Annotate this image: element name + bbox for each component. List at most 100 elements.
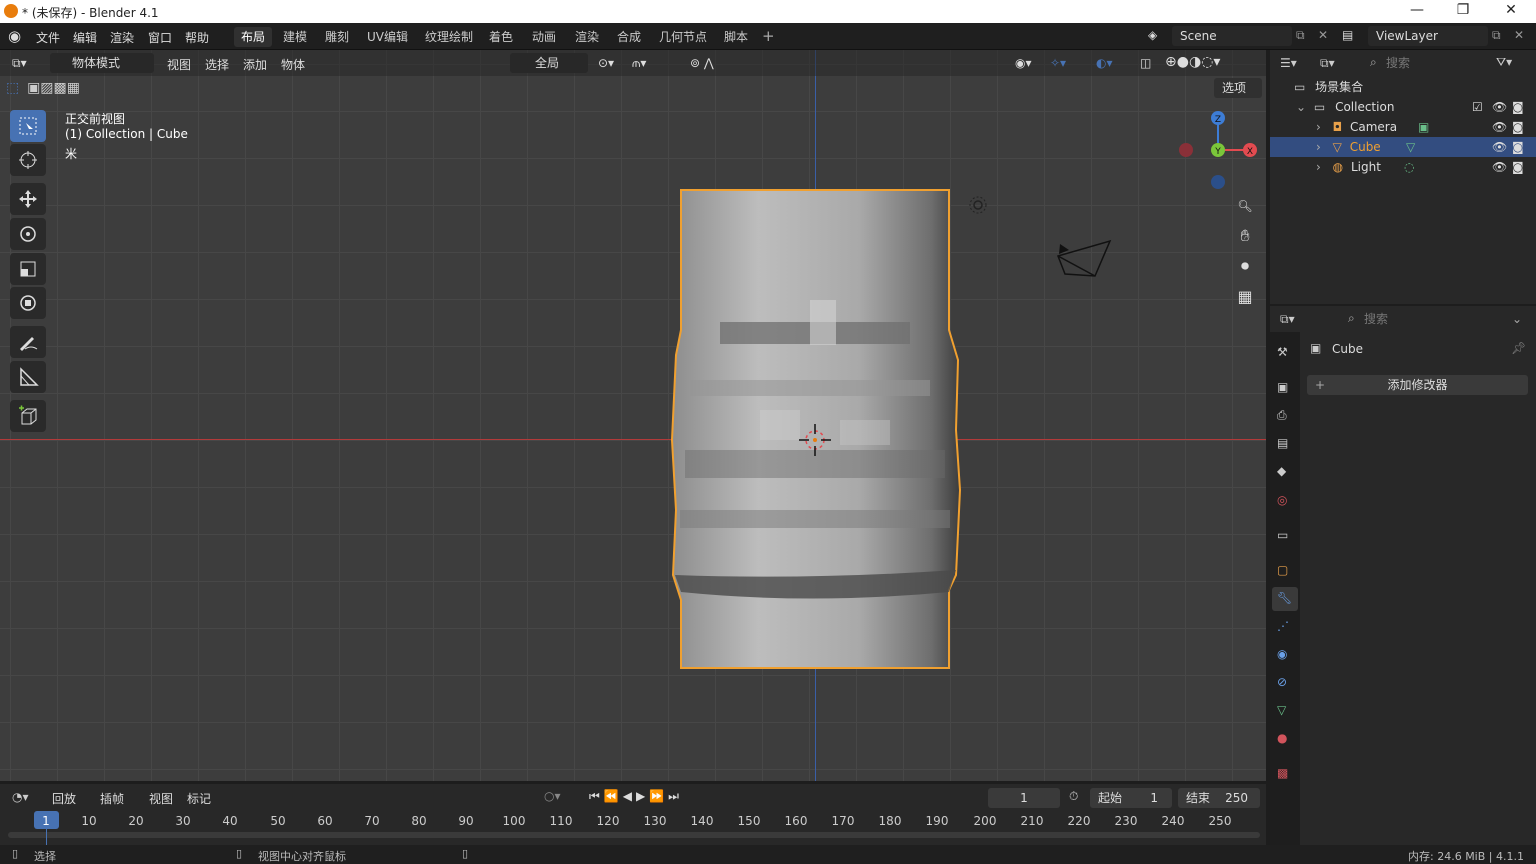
outliner-search[interactable]: 搜索 [1362, 53, 1476, 73]
scene-selector[interactable]: Scene [1172, 26, 1292, 46]
proportional-edit-icon[interactable]: ⊚ ⋀ [690, 56, 714, 70]
render-camera-icon[interactable]: ◙ [1512, 157, 1524, 177]
material-tab-icon[interactable]: ● [1277, 731, 1293, 747]
3d-viewport[interactable] [0, 50, 1266, 781]
visibility-eye-icon[interactable]: 👁︎ [1492, 157, 1507, 177]
navigation-gizmo[interactable]: Z Y X [1176, 108, 1262, 194]
camera-view-icon[interactable]: ⏺ [1233, 254, 1257, 278]
tab-texture-paint[interactable]: 纹理绘制 [418, 27, 480, 47]
output-tab-icon[interactable]: ⎙ [1277, 408, 1293, 424]
options-chevron-icon[interactable]: ⌄ [1512, 312, 1522, 326]
render-camera-icon[interactable]: ◙ [1512, 137, 1524, 157]
timeline-scrollbar[interactable] [8, 832, 1260, 838]
mesh-data-icon[interactable]: ▽ [1406, 137, 1415, 157]
tab-geometry-nodes[interactable]: 几何节点 [652, 27, 714, 47]
collection-tab-icon[interactable]: ▭ [1277, 528, 1293, 544]
preview-range-icon[interactable]: ⏱ [1069, 789, 1078, 804]
outliner-item-cube[interactable]: › ▽ Cube ▽ 👁︎ ◙ [1270, 137, 1536, 157]
pivot-point-icon[interactable]: ⊙▾ [598, 56, 614, 70]
transform-orientation-selector[interactable]: 全局 [510, 53, 588, 73]
outliner-editor-icon[interactable]: ☰▾ [1280, 56, 1297, 70]
viewport-menu-object[interactable]: 物体 [281, 56, 305, 73]
outliner-collection[interactable]: ⌄ ▭ Collection ☑ 👁︎ ◙ [1270, 97, 1536, 117]
viewport-menu-select[interactable]: 选择 [205, 56, 229, 73]
tab-modeling[interactable]: 建模 [276, 27, 314, 47]
shading-modes-icon[interactable]: ⊕●◑◌▾ [1165, 54, 1220, 70]
visibility-eye-icon[interactable]: 👁︎ [1492, 137, 1507, 157]
start-frame-field[interactable]: 起始 1 [1090, 788, 1172, 808]
light-data-icon[interactable]: ◌ [1404, 157, 1414, 177]
measure-tool[interactable] [10, 361, 46, 393]
annotate-tool[interactable] [10, 326, 46, 358]
display-mode-icon[interactable]: ⧉▾ [1320, 56, 1335, 71]
tab-shading[interactable]: 着色 [482, 27, 520, 47]
select-mode-icon[interactable]: ⬚ [6, 80, 19, 96]
modifier-wrench-icon[interactable]: 🔧︎ [1277, 591, 1293, 607]
particles-tab-icon[interactable]: ⋰ [1277, 619, 1293, 635]
render-camera-icon[interactable]: ◙ [1512, 117, 1524, 137]
new-view-layer-icon[interactable]: ⧉ [1492, 28, 1501, 43]
maximize-button[interactable]: ❐ [1440, 2, 1486, 18]
3d-cursor-icon[interactable] [799, 424, 831, 456]
view-layer-selector[interactable]: ViewLayer [1368, 26, 1488, 46]
scene-icon[interactable]: ◈ [1148, 28, 1157, 42]
new-scene-icon[interactable]: ⧉ [1296, 28, 1305, 43]
close-button[interactable]: ✕ [1488, 2, 1534, 18]
light-object-icon[interactable] [966, 193, 990, 217]
timeline-menu-keying[interactable]: 插帧 [100, 790, 124, 807]
move-tool[interactable] [10, 183, 46, 215]
tab-scripting[interactable]: 脚本 [717, 27, 755, 47]
properties-search[interactable]: 搜索 [1340, 309, 1474, 329]
viewport-options-button[interactable]: 选项 [1214, 78, 1262, 98]
xray-icon[interactable]: ◫ [1140, 56, 1151, 70]
tab-compositing[interactable]: 合成 [610, 27, 648, 47]
selection-mode-buttons[interactable]: ⬚ ▣▨▩▦ [6, 80, 106, 98]
end-frame-field[interactable]: 结束 250 [1178, 788, 1260, 808]
view-layer-icon[interactable]: ▤ [1342, 28, 1353, 42]
zoom-icon[interactable]: 🔍︎ [1233, 194, 1257, 218]
render-camera-icon[interactable]: ◙ [1512, 97, 1524, 117]
gizmo-toggle-icon[interactable]: ✧▾ [1050, 56, 1066, 70]
tab-uv-editing[interactable]: UV编辑 [360, 27, 415, 47]
render-tab-icon[interactable]: ▣ [1277, 380, 1293, 396]
menu-edit[interactable]: 编辑 [73, 29, 97, 46]
menu-file[interactable]: 文件 [36, 29, 60, 46]
scale-tool[interactable] [10, 253, 46, 285]
filter-icon[interactable]: ⛛▾ [1496, 55, 1512, 70]
timeline-menu-marker[interactable]: 标记 [187, 790, 211, 807]
camera-data-icon[interactable]: ▣ [1418, 117, 1429, 137]
properties-editor-icon[interactable]: ⧉▾ [1280, 312, 1295, 327]
auto-keying-icon[interactable]: ○▾ [544, 789, 561, 803]
select-extend-icon[interactable]: ▣▨▩▦ [27, 80, 80, 96]
add-modifier-button[interactable]: + 添加修改器 [1307, 375, 1528, 395]
delete-scene-icon[interactable]: ✕ [1318, 28, 1328, 42]
minimize-button[interactable]: — [1394, 2, 1440, 18]
visibility-eye-icon[interactable]: 👁︎ [1492, 97, 1507, 117]
editor-type-icon[interactable]: ⧉▾ [12, 56, 27, 71]
view-layer-tab-icon[interactable]: ▤ [1277, 436, 1293, 452]
pin-icon[interactable]: 📌︎ [1511, 341, 1526, 355]
tab-rendering[interactable]: 渲染 [568, 27, 606, 47]
menu-render[interactable]: 渲染 [110, 29, 134, 46]
object-tab-icon[interactable]: ▢ [1277, 563, 1293, 579]
delete-view-layer-icon[interactable]: ✕ [1514, 28, 1524, 42]
perspective-toggle-icon[interactable]: ▦ [1233, 284, 1257, 308]
expand-chevron-icon[interactable]: › [1316, 140, 1321, 154]
scene-tab-icon[interactable]: ◆ [1277, 464, 1293, 480]
expand-chevron-icon[interactable]: ⌄ [1296, 100, 1306, 114]
menu-help[interactable]: 帮助 [185, 29, 209, 46]
tab-layout[interactable]: 布局 [234, 27, 273, 47]
outliner-item-light[interactable]: › ◍ Light ◌ 👁︎ ◙ [1270, 157, 1536, 177]
current-frame-field[interactable]: 1 [988, 788, 1060, 808]
rotate-tool[interactable] [10, 218, 46, 250]
physics-tab-icon[interactable]: ◉ [1277, 647, 1293, 663]
outliner-item-camera[interactable]: › ◘ Camera ▣ 👁︎ ◙ [1270, 117, 1536, 137]
playback-controls-icon[interactable]: ⏮⏪◀▶⏩⏭ [589, 789, 683, 804]
timeline-editor-icon[interactable]: ◔▾ [12, 790, 29, 804]
mode-selector[interactable]: 物体模式 [50, 53, 154, 73]
viewport-menu-add[interactable]: 添加 [243, 56, 267, 73]
visibility-icon[interactable]: ◉▾ [1015, 56, 1032, 70]
collection-checkbox[interactable]: ☑ [1472, 97, 1483, 117]
world-tab-icon[interactable]: ◎ [1277, 493, 1293, 509]
tab-sculpting[interactable]: 雕刻 [318, 27, 356, 47]
